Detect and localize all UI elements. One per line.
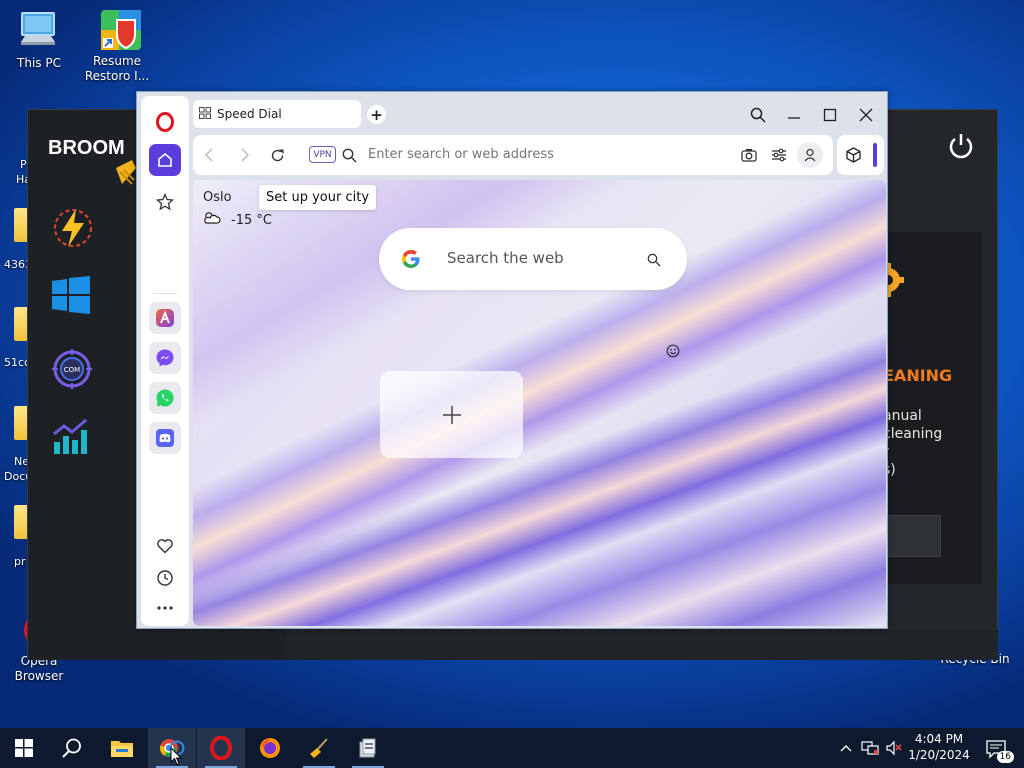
sidebar-toggle[interactable] [873, 143, 877, 167]
more-options-icon[interactable] [149, 592, 181, 624]
extensions-cube-icon[interactable] [846, 147, 861, 167]
power-button[interactable] [947, 132, 975, 164]
add-speed-dial-button[interactable] [380, 371, 523, 458]
camera-snapshot-icon[interactable] [739, 145, 759, 165]
messenger-icon[interactable] [149, 342, 181, 374]
broom-taskbar-icon[interactable] [295, 728, 343, 768]
profile-icon[interactable] [797, 142, 823, 168]
reload-button[interactable] [267, 145, 287, 165]
notification-center-icon[interactable]: 16 [984, 737, 1014, 763]
speed-dial-icon [199, 106, 211, 122]
desktop-icon-resume-restoro[interactable]: Resume Restoro I... [82, 8, 152, 84]
broom-brush-icon [112, 158, 138, 192]
search-placeholder: Search the web [447, 249, 564, 267]
com-target-icon: COM [52, 349, 92, 393]
opera-menu-button[interactable] [149, 106, 181, 138]
clock-time: 4:04 PM [914, 732, 964, 746]
taskbar: 4:04 PM 1/20/2024 16 [0, 728, 1024, 768]
bookmarks-star-icon[interactable] [149, 186, 181, 218]
search-icon[interactable] [647, 252, 661, 271]
firefox-taskbar-icon[interactable] [246, 728, 294, 768]
google-logo-icon [401, 249, 421, 273]
panel-action-button[interactable] [883, 515, 941, 557]
svg-text:COM: COM [64, 366, 80, 374]
mouse-cursor-icon [170, 746, 183, 768]
extensions-area [837, 135, 884, 175]
minimize-button[interactable] [783, 104, 805, 126]
notification-count-badge: 16 [996, 751, 1014, 763]
start-button[interactable] [0, 728, 48, 768]
maximize-button[interactable] [819, 104, 841, 126]
panel-title: EANING [883, 366, 953, 385]
clock-date: 1/20/2024 [908, 748, 970, 762]
desktop-icon-this-pc[interactable]: This PC [4, 10, 74, 71]
temperature: -15 °C [231, 212, 272, 228]
heart-icon[interactable] [149, 530, 181, 562]
system-clock[interactable]: 4:04 PM 1/20/2024 [906, 731, 972, 763]
broom-logo: BROOM [48, 137, 125, 159]
vpn-badge[interactable]: VPN [309, 146, 336, 163]
aria-ai-icon[interactable] [149, 302, 181, 334]
speed-dial-page: Oslo -15 °C Set up your city Search the … [193, 180, 886, 626]
home-button[interactable] [149, 144, 181, 176]
tab-label: Speed Dial [217, 107, 282, 121]
app-installer-taskbar-icon[interactable] [344, 728, 392, 768]
city-tooltip: Set up your city [259, 185, 377, 210]
desktop-icon-label: Resume Restoro I... [84, 54, 150, 83]
close-button[interactable] [855, 104, 877, 126]
forward-button[interactable] [235, 145, 255, 165]
tab-speed-dial[interactable]: Speed Dial [193, 100, 361, 128]
opera-sidebar [141, 96, 189, 626]
google-search-box[interactable]: Search the web [379, 228, 687, 290]
search-icon [339, 145, 359, 165]
desktop-icon-label: This PC [17, 56, 61, 70]
opera-taskbar-icon[interactable] [197, 728, 245, 768]
easy-setup-icon[interactable] [769, 145, 789, 165]
cloud-icon [203, 211, 221, 229]
tab-bar: Speed Dial + [193, 100, 883, 130]
smiley-icon[interactable] [666, 343, 680, 362]
network-icon[interactable] [860, 738, 880, 758]
file-explorer-icon[interactable] [98, 728, 146, 768]
address-input[interactable] [368, 147, 698, 162]
restoro-icon [97, 8, 141, 50]
opera-browser-window: Speed Dial + VPN Enter search or web add… [136, 91, 888, 629]
computer-icon [19, 10, 59, 52]
plus-icon [442, 405, 461, 424]
show-hidden-icons-chevron-icon[interactable] [836, 738, 856, 758]
address-bar: VPN [193, 135, 833, 175]
desktop-partial-label: P [20, 158, 27, 171]
search-button[interactable] [48, 728, 96, 768]
history-clock-icon[interactable] [149, 562, 181, 594]
desktop-partial-label: pr [14, 555, 26, 568]
panel-description: anual cleaning r s) [883, 408, 943, 478]
volume-muted-icon[interactable] [884, 738, 904, 758]
new-tab-button[interactable]: + [367, 105, 386, 124]
windows-icon [52, 276, 90, 318]
lightning-icon [50, 205, 96, 255]
search-tabs-icon[interactable] [747, 104, 769, 126]
discord-icon[interactable] [149, 422, 181, 454]
whatsapp-icon[interactable] [149, 382, 181, 414]
chart-bars-icon [52, 416, 92, 460]
back-button[interactable] [199, 145, 219, 165]
